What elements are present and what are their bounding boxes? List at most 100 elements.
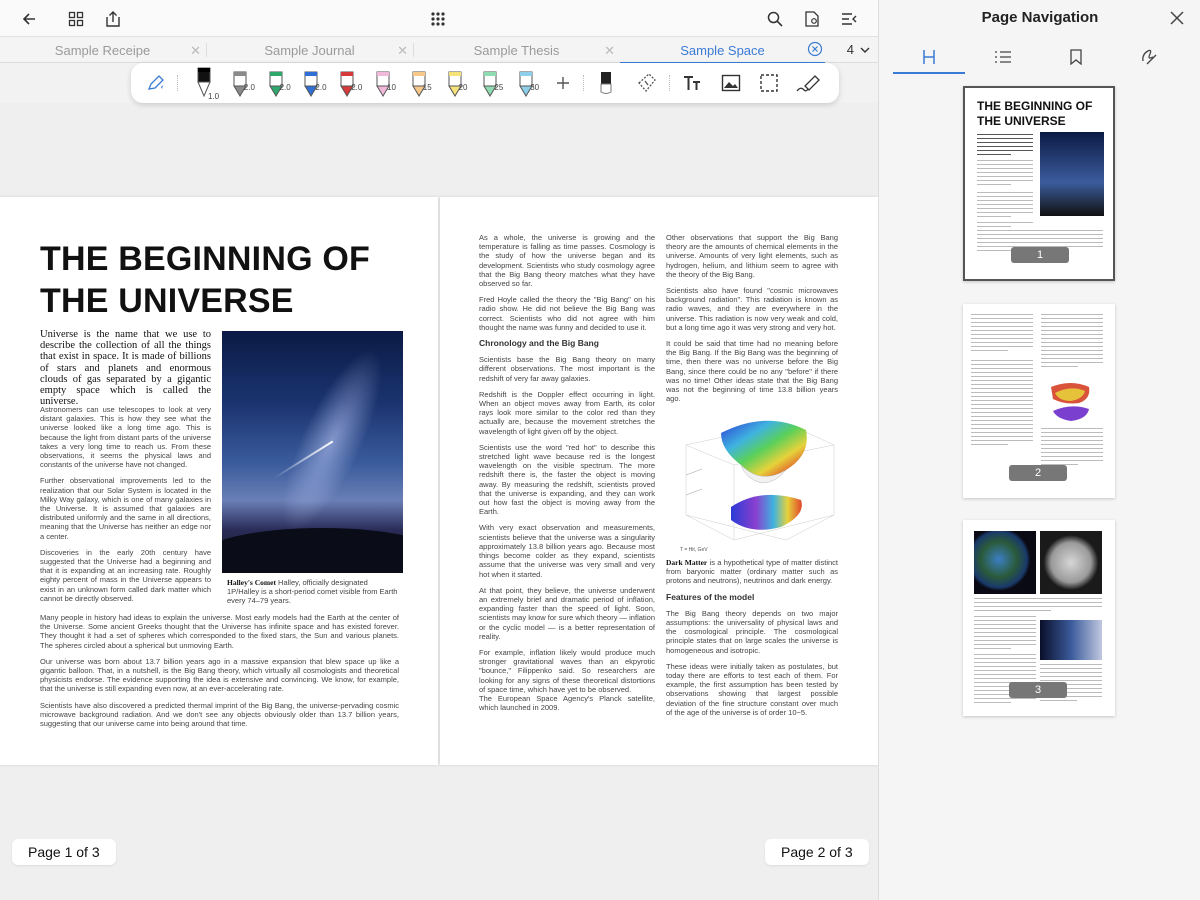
thumbnail-text-line: [977, 196, 1033, 197]
eraser-icon[interactable]: [593, 63, 619, 103]
thumbnail-text-line: [974, 644, 1036, 645]
thumbnail-text-line: [977, 208, 1033, 209]
tab-bookmarks[interactable]: [1040, 40, 1112, 74]
thumbnail-text-line: [971, 334, 1033, 335]
tab-list[interactable]: [967, 40, 1039, 74]
thumbnail-text-line: [971, 322, 1033, 323]
page-thumbnail-3[interactable]: 3: [963, 520, 1115, 716]
pen-size-label: 2.0: [279, 83, 291, 92]
close-icon[interactable]: [1166, 7, 1188, 29]
thumbnail-text-line: [1040, 680, 1102, 681]
thumbnail-text-line: [971, 350, 1009, 351]
page-number-badge: 1: [1011, 247, 1069, 263]
pen-preset[interactable]: 15: [404, 63, 434, 103]
thumbnail-text-line: [971, 326, 1033, 327]
thumbnail-text-line: [974, 674, 1036, 675]
thumbnail-text-line: [977, 142, 1033, 143]
top-bar: [0, 0, 878, 36]
app-window: Sample Receipe ✕ Sample Journal ✕ Sample…: [0, 0, 1200, 900]
thumbnail-text-line: [977, 168, 1033, 169]
page-1[interactable]: THE BEGINNING OF THE UNIVERSE Universe i…: [0, 197, 438, 765]
paragraph: Scientists use the word "red hot" to des…: [479, 442, 655, 517]
laser-pointer-icon[interactable]: [791, 63, 825, 103]
thumbnail-text-line: [977, 160, 1033, 161]
page-indicator-left: Page 1 of 3: [12, 839, 116, 865]
pen-preset[interactable]: 20: [440, 63, 470, 103]
paragraph: These ideas were initially taken as post…: [666, 661, 838, 717]
pen-preset[interactable]: 2.0: [261, 63, 291, 103]
thumbnail-text-line: [1040, 672, 1102, 673]
smart-pen-icon[interactable]: [139, 63, 173, 103]
search-icon[interactable]: [762, 6, 788, 32]
thumbnail-text-line: [974, 632, 1036, 633]
thumbnail-text-line: [977, 200, 1033, 201]
full-width-text: Many people in history had ideas to expl…: [40, 613, 399, 735]
tab-sample-receipe[interactable]: Sample Receipe ✕: [0, 37, 205, 63]
thumbnail-text-line: [974, 616, 1036, 617]
thumbnail-text-line: [971, 404, 1033, 405]
page-thumbnail-2[interactable]: 2: [963, 304, 1115, 498]
tab-close-circle-icon[interactable]: [807, 41, 823, 60]
tab-close-icon[interactable]: ✕: [190, 43, 201, 59]
sidebar-toggle-icon[interactable]: [836, 6, 862, 32]
thumbnail-text-line: [974, 702, 1012, 703]
document-workspace[interactable]: THE BEGINNING OF THE UNIVERSE Universe i…: [0, 103, 878, 900]
export-icon[interactable]: [100, 6, 126, 32]
tab-sample-space[interactable]: Sample Space: [620, 37, 825, 64]
pen-preset[interactable]: 2.0: [225, 63, 255, 103]
tab-sample-journal[interactable]: Sample Journal ✕: [207, 37, 412, 63]
plot-axis-label: T = Hit, GeV: [680, 547, 708, 553]
thumbnail-text-line: [1040, 676, 1102, 677]
pen-preset[interactable]: 10: [368, 63, 398, 103]
section-heading: Chronology and the Big Bang: [479, 338, 599, 349]
pen-size-label: 20: [458, 83, 468, 92]
thumbnail-text-line: [974, 670, 1036, 671]
thumbnail-image: [1040, 620, 1102, 660]
tab-outline[interactable]: [893, 40, 965, 74]
thumbnail-text-line: [1041, 432, 1103, 433]
tab-sample-thesis[interactable]: Sample Thesis ✕: [414, 37, 619, 63]
tab-close-icon[interactable]: ✕: [397, 43, 408, 59]
lasso-eraser-icon[interactable]: [633, 63, 661, 103]
thumbnail-text-line: [971, 440, 1033, 441]
thumbnail-text-line: [974, 666, 1036, 667]
pen-preset[interactable]: 2.0: [332, 63, 362, 103]
thumbnail-text-line: [974, 628, 1036, 629]
selection-tool-icon[interactable]: [755, 63, 783, 103]
thumbnail-text-line: [971, 364, 1033, 365]
grid-view-icon[interactable]: [63, 6, 89, 32]
page-2[interactable]: As a whole, the universe is growing and …: [440, 197, 878, 765]
back-arrow-icon[interactable]: [16, 6, 42, 32]
thumbnail-text-line: [1041, 322, 1103, 323]
thumbnail-text-line: [977, 238, 1103, 239]
page-thumbnail-1[interactable]: THE BEGINNING OF THE UNIVERSE 1: [963, 86, 1115, 281]
tab-count-label: 4: [846, 42, 854, 57]
pen-preset[interactable]: 30: [511, 63, 541, 103]
add-pen-icon[interactable]: [551, 63, 575, 103]
image-tool-icon[interactable]: [717, 63, 745, 103]
thumbnail-text-line: [971, 428, 1033, 429]
tab-annotations[interactable]: [1113, 40, 1185, 74]
list-icon: [995, 51, 1011, 63]
3d-surface-plot: T = Hit, GeV: [680, 420, 835, 553]
thumbnail-text-line: [1041, 318, 1103, 319]
pen-preset[interactable]: 2.0: [296, 63, 327, 103]
thumbnail-text-line: [971, 342, 1033, 343]
pen-preset[interactable]: 25: [475, 63, 505, 103]
tab-close-icon[interactable]: ✕: [604, 43, 615, 59]
pen-preset[interactable]: 1.0: [189, 63, 219, 103]
text-tool-icon[interactable]: [679, 63, 707, 103]
thumbnail-text-line: [977, 180, 1033, 181]
thumbnail-text-line: [1040, 700, 1078, 701]
thumbnail-text-line: [1041, 440, 1103, 441]
pen-size-label: 10: [387, 83, 396, 92]
thumbnail-text-line: [977, 226, 1011, 227]
thumbnail-text-line: [974, 624, 1036, 625]
tab-overflow-menu[interactable]: 4: [847, 42, 870, 57]
paragraph: With very exact observation and measurem…: [479, 523, 655, 579]
thumbnail-text-line: [974, 654, 1036, 655]
apps-menu-icon[interactable]: [425, 6, 451, 32]
pen-size-label: 25: [494, 83, 504, 92]
page-settings-icon[interactable]: [799, 6, 825, 32]
right-page-column-2: Other observations that support the Big …: [666, 233, 838, 410]
